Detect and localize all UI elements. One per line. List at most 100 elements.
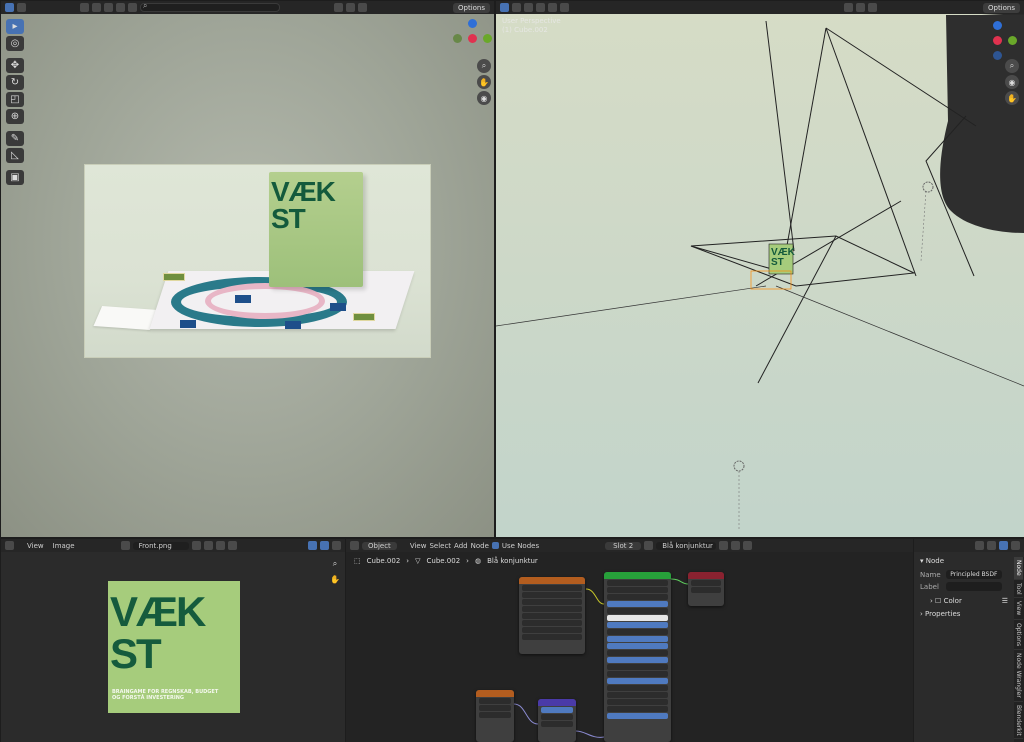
select-icon[interactable] — [524, 3, 533, 12]
node-field[interactable] — [607, 699, 668, 705]
node-color-field[interactable] — [607, 615, 668, 621]
node-field[interactable] — [691, 580, 721, 586]
chevron-right-icon[interactable]: › — [920, 610, 923, 618]
filter-icon[interactable] — [867, 3, 877, 12]
list-icon[interactable]: ☰ — [1002, 597, 1008, 605]
snap-icon[interactable] — [987, 541, 996, 550]
options-button[interactable]: Options — [982, 2, 1020, 13]
node-field[interactable] — [607, 685, 668, 691]
node-properties-sidebar[interactable]: ▾ Node Name Principled BSDF Label › ☐ Co… — [914, 539, 1024, 742]
node-field[interactable] — [541, 714, 573, 720]
node-slider[interactable] — [607, 713, 668, 719]
unlink-image-icon[interactable] — [215, 541, 225, 550]
viewport-right[interactable]: VÆK ST Options User Perspective (1) Cube… — [496, 1, 1024, 537]
node-slider[interactable] — [607, 601, 668, 607]
node-slider[interactable] — [541, 707, 573, 713]
image-name-field[interactable]: Front.png — [132, 541, 189, 550]
node-slider[interactable] — [607, 643, 668, 649]
overlay-toggle-icon[interactable] — [320, 541, 329, 550]
node-slider[interactable] — [607, 622, 668, 628]
snap-icon[interactable] — [560, 3, 569, 12]
open-image-icon[interactable] — [203, 541, 213, 550]
node-field[interactable] — [607, 664, 668, 670]
node-field[interactable] — [522, 634, 582, 640]
node-field[interactable] — [607, 650, 668, 656]
camera-view-icon[interactable]: ◉ — [1005, 75, 1019, 89]
menu-view[interactable]: View — [27, 542, 44, 550]
overlay-icon[interactable] — [975, 541, 984, 550]
editor-type-button[interactable] — [500, 3, 509, 12]
pan-hand-icon[interactable]: ✋ — [477, 75, 491, 89]
tab-blenderkit[interactable]: Blenderkit — [1014, 702, 1023, 740]
chevron-down-icon[interactable]: ▾ — [920, 557, 924, 565]
camera-view-icon[interactable]: ◉ — [477, 91, 491, 105]
measure-icon[interactable]: ◺ — [6, 148, 24, 163]
list-icon[interactable] — [346, 3, 355, 12]
axis-neg-y-icon[interactable] — [453, 34, 462, 43]
select-box-icon[interactable]: ▸ — [6, 19, 24, 34]
tab-node-wrangler[interactable]: Node Wrangler — [1014, 650, 1023, 702]
editor-type-button[interactable] — [5, 541, 14, 550]
tab-tool[interactable]: Tool — [1014, 580, 1023, 599]
mapping-node[interactable] — [538, 699, 576, 742]
node-name-field[interactable]: Principled BSDF — [946, 570, 1003, 579]
image-browse-icon[interactable] — [120, 541, 130, 550]
add-icon[interactable] — [536, 3, 545, 12]
menu-image[interactable]: Image — [53, 542, 75, 550]
axis-neg-z-icon[interactable] — [993, 51, 1002, 60]
filter-icon[interactable] — [358, 3, 367, 12]
material-output-node[interactable] — [688, 572, 724, 606]
shading-material-icon[interactable] — [128, 3, 137, 12]
add-cube-icon[interactable]: ▣ — [6, 170, 24, 185]
list-icon[interactable] — [855, 3, 865, 12]
chevron-right-icon[interactable]: › — [930, 597, 933, 605]
navigation-gizmo[interactable] — [978, 21, 1018, 61]
axis-y-icon[interactable] — [483, 34, 492, 43]
tab-options[interactable]: Options — [1014, 620, 1023, 650]
node-slider[interactable] — [607, 678, 668, 684]
image-texture-node[interactable] — [519, 577, 585, 654]
zoom-icon[interactable]: ⌕ — [328, 557, 342, 571]
view-menu-icon[interactable] — [17, 3, 26, 12]
node-field[interactable] — [607, 706, 668, 712]
view-menu-icon[interactable] — [512, 3, 521, 12]
node-field[interactable] — [479, 698, 511, 704]
cursor-icon[interactable]: ◎ — [6, 36, 24, 51]
node-field[interactable] — [479, 712, 511, 718]
backdrop-icon[interactable] — [999, 541, 1008, 550]
viewport-left[interactable]: Options ▸ ◎ ✥ ↻ ◰ ⊕ ✎ ◺ ▣ VÆK ST — [1, 1, 494, 537]
node-field[interactable] — [607, 671, 668, 677]
shading-solid-icon[interactable] — [116, 3, 125, 12]
image-editor[interactable]: View Image Front.png ⌕ ✋ VÆK ST BRAINGAM… — [1, 539, 345, 742]
bookmark-icon[interactable] — [334, 3, 343, 12]
transform-icon[interactable]: ⊕ — [6, 109, 24, 124]
bookmark-icon[interactable] — [843, 3, 853, 12]
principled-bsdf-node[interactable] — [604, 572, 671, 742]
node-field[interactable] — [522, 599, 582, 605]
node-field[interactable] — [522, 592, 582, 598]
zoom-icon[interactable]: ⌕ — [477, 59, 491, 73]
options-button[interactable]: Options — [453, 2, 491, 13]
annotate-icon[interactable]: ✎ — [6, 131, 24, 146]
overlay-icon[interactable] — [104, 3, 113, 12]
node-field[interactable] — [479, 705, 511, 711]
axis-x-icon[interactable] — [993, 36, 1002, 45]
pan-hand-icon[interactable]: ✋ — [1005, 91, 1019, 105]
node-field[interactable] — [607, 587, 668, 593]
texture-coordinate-node[interactable] — [476, 690, 514, 742]
node-field[interactable] — [691, 587, 721, 593]
duplicate-image-icon[interactable] — [191, 541, 201, 550]
navigation-gizmo[interactable] — [453, 19, 493, 59]
node-field[interactable] — [607, 608, 668, 614]
axis-x-icon[interactable] — [468, 34, 477, 43]
section-color[interactable]: › ☐ Color ☰ — [920, 597, 1010, 605]
node-slider[interactable] — [607, 636, 668, 642]
node-field[interactable] — [541, 721, 573, 727]
node-field[interactable] — [522, 613, 582, 619]
node-label-field[interactable] — [946, 582, 1003, 591]
display-channels-icon[interactable] — [332, 541, 341, 550]
section-node[interactable]: ▾ Node — [920, 557, 1010, 565]
node-field[interactable] — [522, 585, 582, 591]
gizmo-toggle-icon[interactable] — [308, 541, 317, 550]
shader-node-editor[interactable]: Object View Select Add Node Use Nodes Sl… — [346, 539, 913, 742]
